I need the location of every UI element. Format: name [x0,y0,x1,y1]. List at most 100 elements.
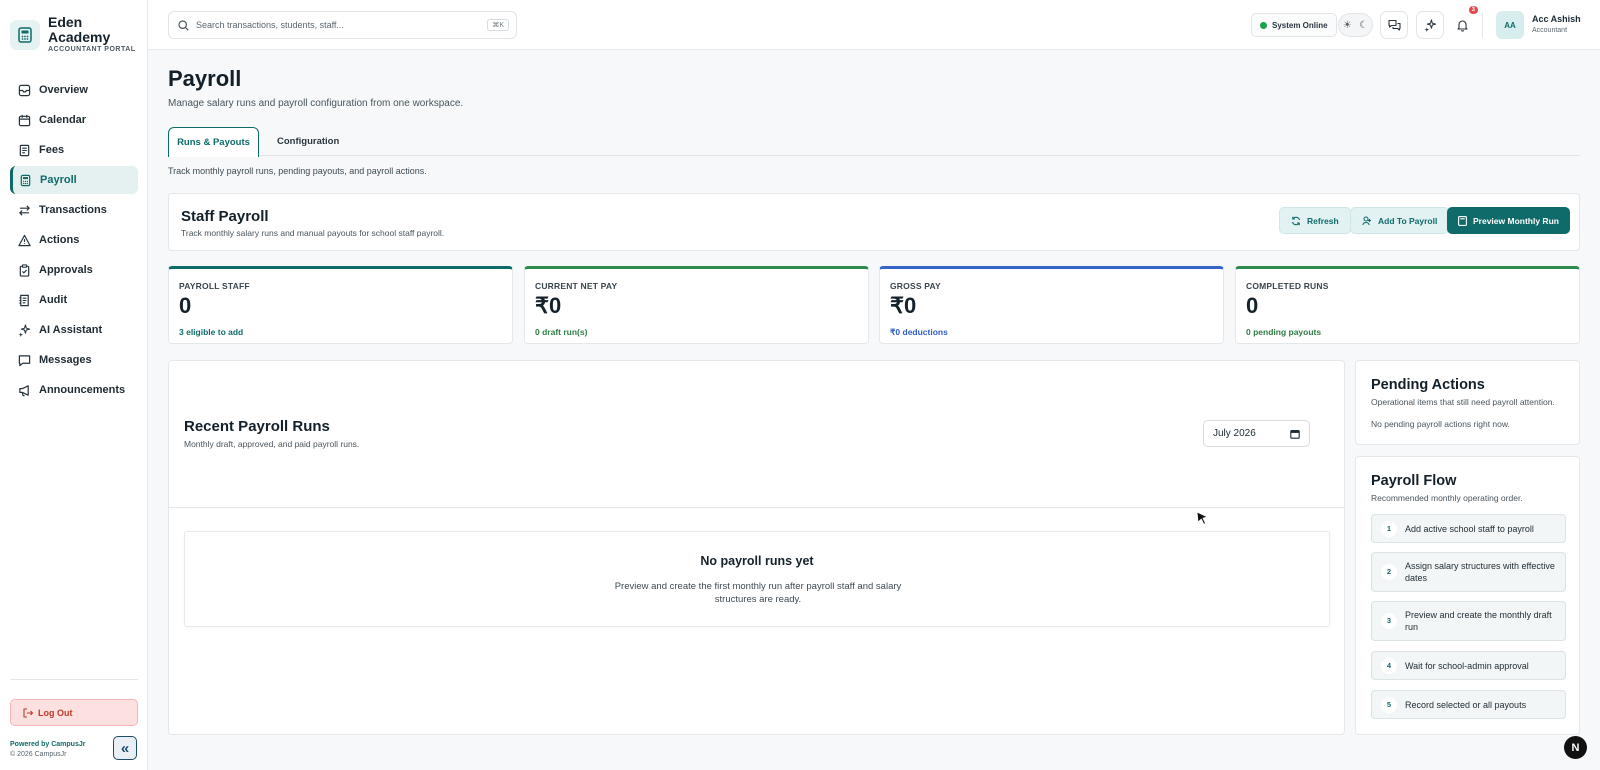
month-picker[interactable]: July 2026 [1203,420,1310,447]
preview-monthly-run-button[interactable]: Preview Monthly Run [1447,207,1570,234]
moon-icon: ☾ [1359,19,1369,31]
sidebar-nav: Overview Calendar Fees Payroll Transacti… [10,76,138,406]
stat-label: CURRENT NET PAY [535,281,618,291]
staff-payroll-title: Staff Payroll [181,208,269,225]
sidebar-item-label: Payroll [40,174,77,186]
calculator-icon [1458,215,1467,226]
sidebar-item-calendar[interactable]: Calendar [10,106,138,134]
ai-button[interactable] [1416,11,1444,39]
status-dot [1260,21,1267,29]
sidebar-item-fees[interactable]: Fees [10,136,138,164]
powered-by: Powered by CampusJr © 2026 CampusJr [10,740,85,760]
sidebar-item-overview[interactable]: Overview [10,76,138,104]
pending-actions-description: Operational items that still need payrol… [1371,397,1555,407]
topbar-divider [1482,12,1483,38]
sidebar-item-actions[interactable]: Actions [10,226,138,254]
copyright: © 2026 CampusJr [10,751,67,758]
sidebar-item-approvals[interactable]: Approvals [10,256,138,284]
status-text: System Online [1272,20,1328,30]
add-user-icon [1362,215,1371,225]
warning-icon [18,234,31,246]
sparkles-icon [1423,18,1436,32]
step-text: Assign salary structures with effective … [1405,561,1555,583]
calendar-icon [1290,429,1300,439]
refresh-button[interactable]: Refresh [1279,207,1351,234]
empty-state-description: Preview and create the first monthly run… [614,581,902,605]
user-name[interactable]: Acc Ashish [1532,14,1581,24]
sidebar-item-label: Messages [39,354,92,366]
dev-tools-badge[interactable]: N [1564,736,1587,759]
notifications-button[interactable]: 3 [1448,6,1478,39]
page-subtitle: Manage salary runs and payroll configura… [168,98,464,109]
step-text: Add active school staff to payroll [1405,523,1534,534]
step-text: Record selected or all payouts [1405,699,1527,710]
page-title: Payroll [168,66,242,91]
flow-step: 2 Assign salary structures with effectiv… [1371,552,1566,592]
stat-label: COMPLETED RUNS [1246,281,1329,291]
logout-icon [23,707,33,718]
search-input[interactable] [196,20,476,30]
add-to-payroll-label: Add To Payroll [1378,215,1438,226]
user-role: Accountant [1532,27,1568,34]
divider [169,507,1344,508]
sidebar-item-audit[interactable]: Audit [10,286,138,314]
topbar: ⌘K System Online ☀ ☾ 3 AA Acc Ashish Acc… [148,0,1600,50]
recent-runs-description: Monthly draft, approved, and paid payrol… [184,439,360,449]
sparkles-icon [18,323,31,337]
search-shortcut: ⌘K [487,19,509,31]
tab-runs-payouts[interactable]: Runs & Payouts [168,127,259,157]
empty-state-title: No payroll runs yet [700,554,814,568]
sidebar-item-label: Fees [39,144,65,156]
chat-icon [1387,19,1401,31]
sidebar-item-label: AI Assistant [39,324,103,336]
sidebar-item-messages[interactable]: Messages [10,346,138,374]
stat-note: ₹0 deductions [890,327,948,337]
stat-value: 0 [1246,293,1259,318]
theme-toggle[interactable]: ☀ ☾ [1338,13,1373,37]
brand-subtitle: ACCOUNTANT PORTAL [48,46,136,53]
bell-icon [1456,19,1468,32]
refresh-icon [1291,216,1301,225]
stat-label: GROSS PAY [890,281,941,291]
empty-state: No payroll runs yet Preview and create t… [184,531,1330,627]
system-status-badge: System Online [1251,13,1337,37]
stat-note: 3 eligible to add [179,327,244,337]
stat-value: ₹0 [535,293,562,318]
notification-count-badge: 3 [1468,6,1478,14]
calculator-icon [10,20,40,50]
powered-by-link[interactable]: Powered by CampusJr [10,741,85,748]
stat-card-payroll-staff: PAYROLL STAFF 0 3 eligible to add [168,266,513,344]
pending-actions-title: Pending Actions [1371,377,1485,393]
stat-label: PAYROLL STAFF [179,281,250,291]
collapse-sidebar-button[interactable]: « [113,736,137,760]
sidebar-item-transactions[interactable]: Transactions [10,196,138,224]
sidebar-item-label: Overview [39,84,88,96]
fees-icon [19,144,30,156]
stat-value: 0 [179,293,192,318]
brand[interactable]: Eden Academy ACCOUNTANT PORTAL [0,0,147,60]
messages-button[interactable] [1380,11,1408,39]
logout-button[interactable]: Log Out [10,699,138,726]
avatar[interactable]: AA [1496,11,1524,39]
staff-payroll-description: Track monthly salary runs and manual pay… [181,228,445,238]
clipboard-icon [19,263,30,277]
refresh-label: Refresh [1307,215,1339,226]
sidebar-item-ai-assistant[interactable]: AI Assistant [10,316,138,344]
tab-configuration[interactable]: Configuration [277,127,339,156]
transactions-icon [19,204,30,216]
stat-card-completed-runs: COMPLETED RUNS 0 0 pending payouts [1235,266,1580,344]
step-number: 1 [1381,520,1397,537]
step-number: 4 [1381,657,1397,674]
pending-actions-card: Pending Actions Operational items that s… [1355,360,1580,445]
add-to-payroll-button[interactable]: Add To Payroll [1350,207,1450,234]
preview-monthly-run-label: Preview Monthly Run [1473,215,1559,226]
search-bar[interactable]: ⌘K [168,11,517,39]
sidebar-item-announcements[interactable]: Announcements [10,376,138,404]
recent-runs-title: Recent Payroll Runs [184,418,330,435]
sidebar-item-payroll[interactable]: Payroll [10,166,138,194]
payroll-flow-title: Payroll Flow [1371,473,1457,489]
stat-note: 0 draft run(s) [535,327,588,337]
sidebar-item-label: Transactions [39,204,107,216]
stat-note: 0 pending payouts [1246,327,1322,337]
sidebar-item-label: Announcements [39,384,126,396]
